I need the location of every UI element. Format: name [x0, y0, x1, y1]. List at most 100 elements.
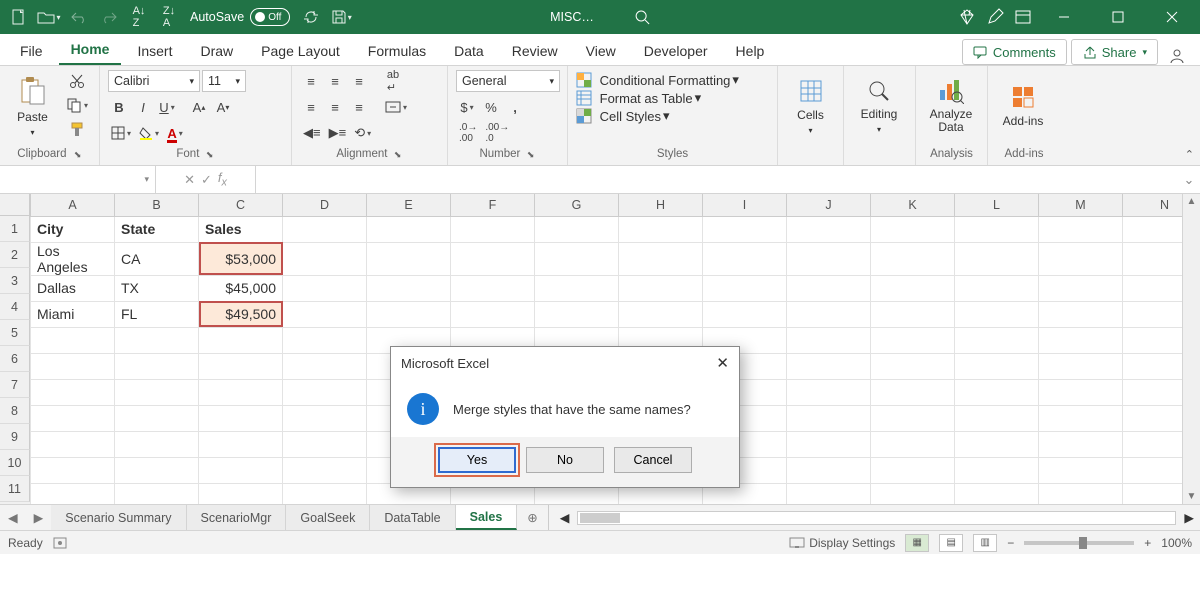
pen-icon[interactable] — [986, 8, 1004, 26]
autosave-toggle[interactable]: AutoSave Off — [190, 8, 290, 26]
fill-color-button[interactable]: ▾ — [136, 122, 162, 144]
enter-formula-icon[interactable]: ✓ — [201, 172, 212, 188]
analyze-data-button[interactable]: Analyze Data — [924, 70, 978, 142]
column-header-D[interactable]: D — [283, 194, 367, 216]
column-header-H[interactable]: H — [619, 194, 703, 216]
row-header-1[interactable]: 1 — [0, 216, 30, 242]
new-sheet-button[interactable]: ⊕ — [517, 510, 547, 525]
tab-home[interactable]: Home — [59, 35, 122, 65]
editing-button[interactable]: Editing▾ — [852, 70, 906, 142]
row-header-9[interactable]: 9 — [0, 424, 30, 450]
display-settings-button[interactable]: Display Settings — [789, 536, 895, 550]
row-header-4[interactable]: 4 — [0, 294, 30, 320]
normal-view-button[interactable]: ▦ — [905, 534, 929, 552]
column-header-J[interactable]: J — [787, 194, 871, 216]
font-dialog-launcher[interactable]: ⬊ — [206, 149, 213, 159]
zoom-slider[interactable] — [1024, 541, 1134, 545]
macro-record-icon[interactable] — [53, 536, 67, 550]
cell-A2[interactable]: Los Angeles — [31, 242, 115, 275]
shrink-font-button[interactable]: A▾ — [212, 96, 234, 118]
merge-center-button[interactable]: ▾ — [382, 96, 410, 118]
addins-button[interactable]: Add-ins — [996, 70, 1050, 142]
comments-button[interactable]: Comments — [962, 39, 1067, 65]
column-header-A[interactable]: A — [31, 194, 115, 216]
accounting-format-button[interactable]: $▾ — [456, 96, 478, 118]
column-header-L[interactable]: L — [955, 194, 1039, 216]
cell-styles-button[interactable]: Cell Styles▾ — [576, 108, 739, 124]
italic-button[interactable]: I — [132, 96, 154, 118]
number-dialog-launcher[interactable]: ⬊ — [527, 149, 534, 159]
align-bottom-icon[interactable]: ≡ — [348, 70, 370, 92]
zoom-out-button[interactable]: − — [1007, 536, 1014, 550]
sheet-tab-datatable[interactable]: DataTable — [370, 505, 455, 530]
expand-formula-bar-icon[interactable]: ⌄ — [1178, 166, 1200, 193]
tab-data[interactable]: Data — [442, 37, 496, 65]
align-center-icon[interactable]: ≡ — [324, 96, 346, 118]
wrap-text-button[interactable]: ab↵ — [382, 70, 404, 92]
tab-page-layout[interactable]: Page Layout — [249, 37, 352, 65]
app-icon[interactable] — [1014, 8, 1032, 26]
formula-input[interactable] — [256, 166, 1178, 193]
sort-desc-icon[interactable]: Z↓A — [156, 4, 182, 30]
column-header-K[interactable]: K — [871, 194, 955, 216]
column-header-N[interactable]: N — [1123, 194, 1183, 216]
row-header-5[interactable]: 5 — [0, 320, 30, 346]
percent-format-button[interactable]: % — [480, 96, 502, 118]
font-name-combo[interactable]: Calibri▾ — [108, 70, 200, 92]
conditional-formatting-button[interactable]: Conditional Formatting▾ — [576, 72, 739, 88]
dialog-cancel-button[interactable]: Cancel — [614, 447, 692, 473]
column-header-B[interactable]: B — [115, 194, 199, 216]
zoom-in-button[interactable]: + — [1144, 536, 1151, 550]
column-header-C[interactable]: C — [199, 194, 283, 216]
cell-A3[interactable]: Dallas — [31, 275, 115, 301]
dialog-yes-button[interactable]: Yes — [438, 447, 516, 473]
column-header-E[interactable]: E — [367, 194, 451, 216]
sheet-tab-scenariomgr[interactable]: ScenarioMgr — [187, 505, 287, 530]
row-header-6[interactable]: 6 — [0, 346, 30, 372]
increase-indent-icon[interactable]: ▶≡ — [326, 122, 350, 144]
clipboard-dialog-launcher[interactable]: ⬊ — [73, 149, 80, 159]
vertical-scrollbar[interactable]: ▲▼ — [1182, 194, 1200, 504]
minimize-button[interactable] — [1042, 4, 1086, 30]
column-header-G[interactable]: G — [535, 194, 619, 216]
increase-decimal-button[interactable]: .0→.00 — [456, 122, 480, 144]
align-top-icon[interactable]: ≡ — [300, 70, 322, 92]
fx-icon[interactable]: fx — [218, 170, 227, 189]
sheet-tab-sales[interactable]: Sales — [456, 505, 518, 530]
page-break-view-button[interactable]: ▥ — [973, 534, 997, 552]
row-header-8[interactable]: 8 — [0, 398, 30, 424]
column-header-M[interactable]: M — [1039, 194, 1123, 216]
cell-C3[interactable]: $45,000 — [199, 275, 283, 301]
search-icon[interactable] — [634, 9, 650, 25]
align-right-icon[interactable]: ≡ — [348, 96, 370, 118]
name-box[interactable]: ▾ — [0, 166, 156, 193]
grow-font-button[interactable]: A▴ — [188, 96, 210, 118]
comma-format-button[interactable]: , — [504, 96, 526, 118]
tab-file[interactable]: File — [8, 37, 55, 65]
dialog-close-icon[interactable]: ✕ — [716, 354, 729, 372]
new-icon[interactable] — [6, 4, 32, 30]
redo-icon[interactable] — [96, 4, 122, 30]
format-as-table-button[interactable]: Format as Table▾ — [576, 90, 739, 106]
cell-B1[interactable]: State — [115, 216, 199, 242]
tab-developer[interactable]: Developer — [632, 37, 720, 65]
cut-icon[interactable] — [63, 70, 91, 92]
column-header-F[interactable]: F — [451, 194, 535, 216]
zoom-level[interactable]: 100% — [1161, 536, 1192, 550]
cell-A4[interactable]: Miami — [31, 301, 115, 327]
bold-button[interactable]: B — [108, 96, 130, 118]
column-header-I[interactable]: I — [703, 194, 787, 216]
undo-icon[interactable] — [66, 4, 92, 30]
open-icon[interactable]: ▾ — [36, 4, 62, 30]
autosave-switch[interactable]: Off — [250, 8, 290, 26]
close-button[interactable] — [1150, 4, 1194, 30]
horizontal-scrollbar[interactable]: ◀▶ — [554, 510, 1200, 525]
format-painter-icon[interactable] — [63, 118, 91, 140]
orientation-icon[interactable]: ⟲▾ — [351, 122, 374, 144]
tab-insert[interactable]: Insert — [125, 37, 184, 65]
sheet-tab-scenario-summary[interactable]: Scenario Summary — [51, 505, 186, 530]
diamond-icon[interactable] — [958, 8, 976, 26]
font-size-combo[interactable]: 11▾ — [202, 70, 246, 92]
align-left-icon[interactable]: ≡ — [300, 96, 322, 118]
save-icon[interactable]: ▾ — [328, 4, 354, 30]
